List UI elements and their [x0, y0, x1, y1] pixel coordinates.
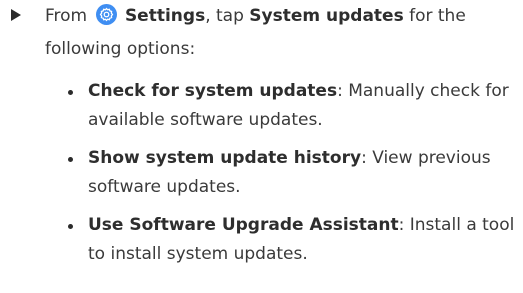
option-desc-line1: : Install a tool — [398, 215, 515, 235]
bullet-dot-icon — [68, 224, 73, 229]
system-updates-label: System updates — [249, 6, 404, 26]
option-desc-line2: software updates. — [88, 177, 241, 197]
step-line-2: following options: — [45, 39, 196, 59]
option-title: Check for system updates — [88, 81, 338, 101]
step-arrow-icon — [11, 9, 21, 21]
settings-gear-icon — [95, 4, 117, 25]
option-desc-line1: : View previous — [361, 148, 491, 168]
option-text: Check for system updates: Manually check… — [88, 80, 523, 132]
option-text: Show system update history: View previou… — [88, 147, 523, 199]
step-suffix-text: for the — [409, 6, 466, 26]
option-title: Show system update history — [88, 148, 362, 168]
settings-label: Settings — [124, 6, 206, 26]
bullet-dot-icon — [68, 90, 73, 95]
option-desc-line2: to install system updates. — [88, 244, 308, 264]
step-middle-text: , tap — [205, 6, 244, 26]
option-desc-line2: available software updates. — [88, 110, 323, 130]
option-text: Use Software Upgrade Assistant: Install … — [88, 214, 523, 266]
step-line-1: From Settings, tap System updates for th… — [45, 4, 466, 28]
step-prefix: From — [45, 6, 88, 26]
option-title: Use Software Upgrade Assistant — [88, 215, 399, 235]
option-desc-line1: : Manually check for — [337, 81, 509, 101]
bullet-dot-icon — [68, 157, 73, 162]
